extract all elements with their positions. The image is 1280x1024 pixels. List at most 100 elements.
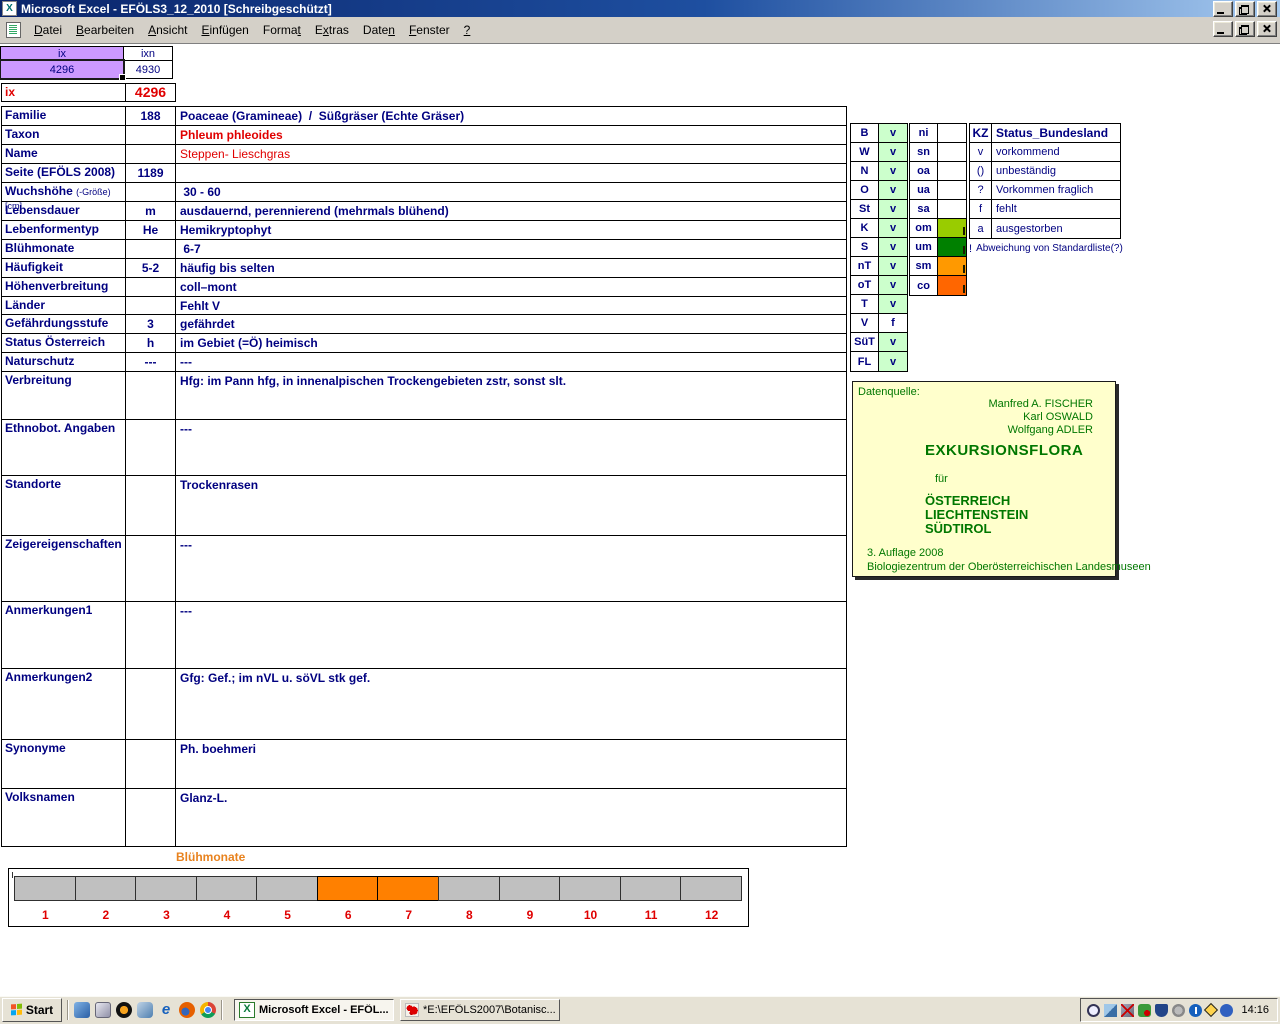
- zone-code[interactable]: ua: [910, 181, 938, 199]
- antivirus-icon[interactable]: [1138, 1003, 1152, 1017]
- task-button-e-ef-ls2007-botanisc[interactable]: *E:\EFÖLS2007\Botanisc...: [400, 999, 560, 1021]
- region-code[interactable]: W: [851, 143, 879, 161]
- field-code[interactable]: [126, 126, 176, 144]
- field-label[interactable]: Anmerkungen1: [2, 602, 126, 668]
- zone-code[interactable]: um: [910, 238, 938, 256]
- field-label[interactable]: Anmerkungen2: [2, 669, 126, 739]
- legend-footnote-meaning[interactable]: Abweichung von Standardliste(?): [972, 243, 1123, 254]
- region-status[interactable]: v: [879, 219, 907, 237]
- field-text[interactable]: 6-7: [176, 240, 846, 258]
- minimize-button[interactable]: [1213, 1, 1233, 17]
- zone-code[interactable]: ni: [910, 124, 938, 142]
- field-text[interactable]: gefährdet: [176, 315, 846, 333]
- menu-fenster[interactable]: Fenster: [402, 20, 457, 40]
- excel-app-icon[interactable]: X: [2, 1, 17, 16]
- field-text[interactable]: Ph. boehmeri: [176, 740, 846, 788]
- field-label[interactable]: Zeigereigenschaften: [2, 536, 126, 601]
- field-text[interactable]: ---: [176, 420, 846, 475]
- field-text[interactable]: Phleum phleoides: [176, 126, 846, 144]
- region-code[interactable]: S: [851, 238, 879, 256]
- region-status[interactable]: v: [879, 162, 907, 180]
- workbook-close-button[interactable]: [1257, 21, 1277, 37]
- menu-ansicht[interactable]: Ansicht: [141, 20, 194, 40]
- region-status[interactable]: v: [879, 124, 907, 142]
- field-text[interactable]: Fehlt V: [176, 297, 846, 314]
- legend-meaning[interactable]: vorkommend: [992, 146, 1120, 158]
- index-value-ix[interactable]: 4296: [0, 59, 126, 81]
- field-label[interactable]: Gefährdungsstufe: [2, 315, 126, 333]
- image-viewer-icon[interactable]: [95, 1002, 111, 1018]
- region-code[interactable]: B: [851, 124, 879, 142]
- field-label[interactable]: Ethnobot. Angaben: [2, 420, 126, 475]
- zone-code[interactable]: om: [910, 219, 938, 237]
- record-header-label[interactable]: ix: [2, 84, 126, 101]
- zone-code[interactable]: co: [910, 276, 938, 295]
- field-code[interactable]: [126, 536, 176, 601]
- firefox-icon[interactable]: [179, 1002, 195, 1018]
- region-status[interactable]: v: [879, 352, 907, 371]
- legend-meaning[interactable]: ausgestorben: [992, 223, 1120, 235]
- field-code[interactable]: 3: [126, 315, 176, 333]
- zone-code[interactable]: oa: [910, 162, 938, 180]
- zone-status[interactable]: [938, 124, 966, 142]
- field-label[interactable]: Standorte: [2, 476, 126, 535]
- field-text[interactable]: coll–mont: [176, 278, 846, 296]
- field-label[interactable]: Häufigkeit: [2, 259, 126, 277]
- zone-code[interactable]: sa: [910, 200, 938, 218]
- field-text[interactable]: im Gebiet (=Ö) heimisch: [176, 334, 846, 352]
- field-code[interactable]: [126, 297, 176, 314]
- region-code[interactable]: O: [851, 181, 879, 199]
- field-code[interactable]: 1189: [126, 164, 176, 182]
- field-label[interactable]: Synonyme: [2, 740, 126, 788]
- field-label[interactable]: Lebenformentyp: [2, 221, 126, 239]
- index-value-ixn[interactable]: 4930: [123, 60, 173, 79]
- explorer-icon[interactable]: [137, 1002, 153, 1018]
- menu-einf-gen[interactable]: Einfügen: [194, 20, 255, 40]
- field-code[interactable]: [126, 602, 176, 668]
- zone-status[interactable]: [938, 276, 966, 295]
- zone-code[interactable]: sm: [910, 257, 938, 275]
- region-status[interactable]: v: [879, 333, 907, 351]
- field-code[interactable]: [126, 669, 176, 739]
- legend-code[interactable]: (): [970, 162, 992, 180]
- field-text[interactable]: Gfg: Gef.; im nVL u. söVL stk gef.: [176, 669, 846, 739]
- region-status[interactable]: v: [879, 257, 907, 275]
- legend-meaning[interactable]: Vorkommen fraglich: [992, 184, 1120, 196]
- field-code[interactable]: h: [126, 334, 176, 352]
- network-offline-icon[interactable]: [1121, 1003, 1135, 1017]
- menu-daten[interactable]: Daten: [356, 20, 402, 40]
- legend-kz-header[interactable]: KZ: [970, 124, 992, 142]
- region-status[interactable]: v: [879, 295, 907, 313]
- field-label[interactable]: Taxon: [2, 126, 126, 144]
- field-text[interactable]: ---: [176, 353, 846, 371]
- field-text[interactable]: Hemikryptophyt: [176, 221, 846, 239]
- field-label[interactable]: Naturschutz: [2, 353, 126, 371]
- field-label[interactable]: Blühmonate: [2, 240, 126, 258]
- field-code[interactable]: [126, 183, 176, 201]
- media-player-icon[interactable]: [116, 1002, 132, 1018]
- region-code[interactable]: FL: [851, 352, 879, 371]
- region-code[interactable]: T: [851, 295, 879, 313]
- region-status[interactable]: f: [879, 314, 907, 332]
- field-code[interactable]: [126, 278, 176, 296]
- field-text[interactable]: häufig bis selten: [176, 259, 846, 277]
- field-code[interactable]: [126, 372, 176, 419]
- field-text[interactable]: Glanz-L.: [176, 789, 846, 846]
- field-code[interactable]: [126, 740, 176, 788]
- field-text[interactable]: ---: [176, 602, 846, 668]
- legend-title-header[interactable]: Status_Bundesland: [992, 126, 1120, 140]
- shield-icon[interactable]: [1155, 1003, 1169, 1017]
- magnifier-icon[interactable]: [1087, 1003, 1101, 1017]
- network-icon[interactable]: [1104, 1003, 1118, 1017]
- field-text[interactable]: Poaceae (Gramineae) / Süßgräser (Echte G…: [176, 107, 846, 125]
- field-label[interactable]: Name: [2, 145, 126, 163]
- index-header-ixn[interactable]: ixn: [123, 46, 173, 61]
- field-code[interactable]: 188: [126, 107, 176, 125]
- zone-status[interactable]: [938, 162, 966, 180]
- field-code[interactable]: 5-2: [126, 259, 176, 277]
- close-button[interactable]: [1257, 1, 1277, 17]
- field-label[interactable]: Seite (EFÖLS 2008): [2, 164, 126, 182]
- region-code[interactable]: oT: [851, 276, 879, 294]
- zone-status[interactable]: [938, 200, 966, 218]
- region-code[interactable]: N: [851, 162, 879, 180]
